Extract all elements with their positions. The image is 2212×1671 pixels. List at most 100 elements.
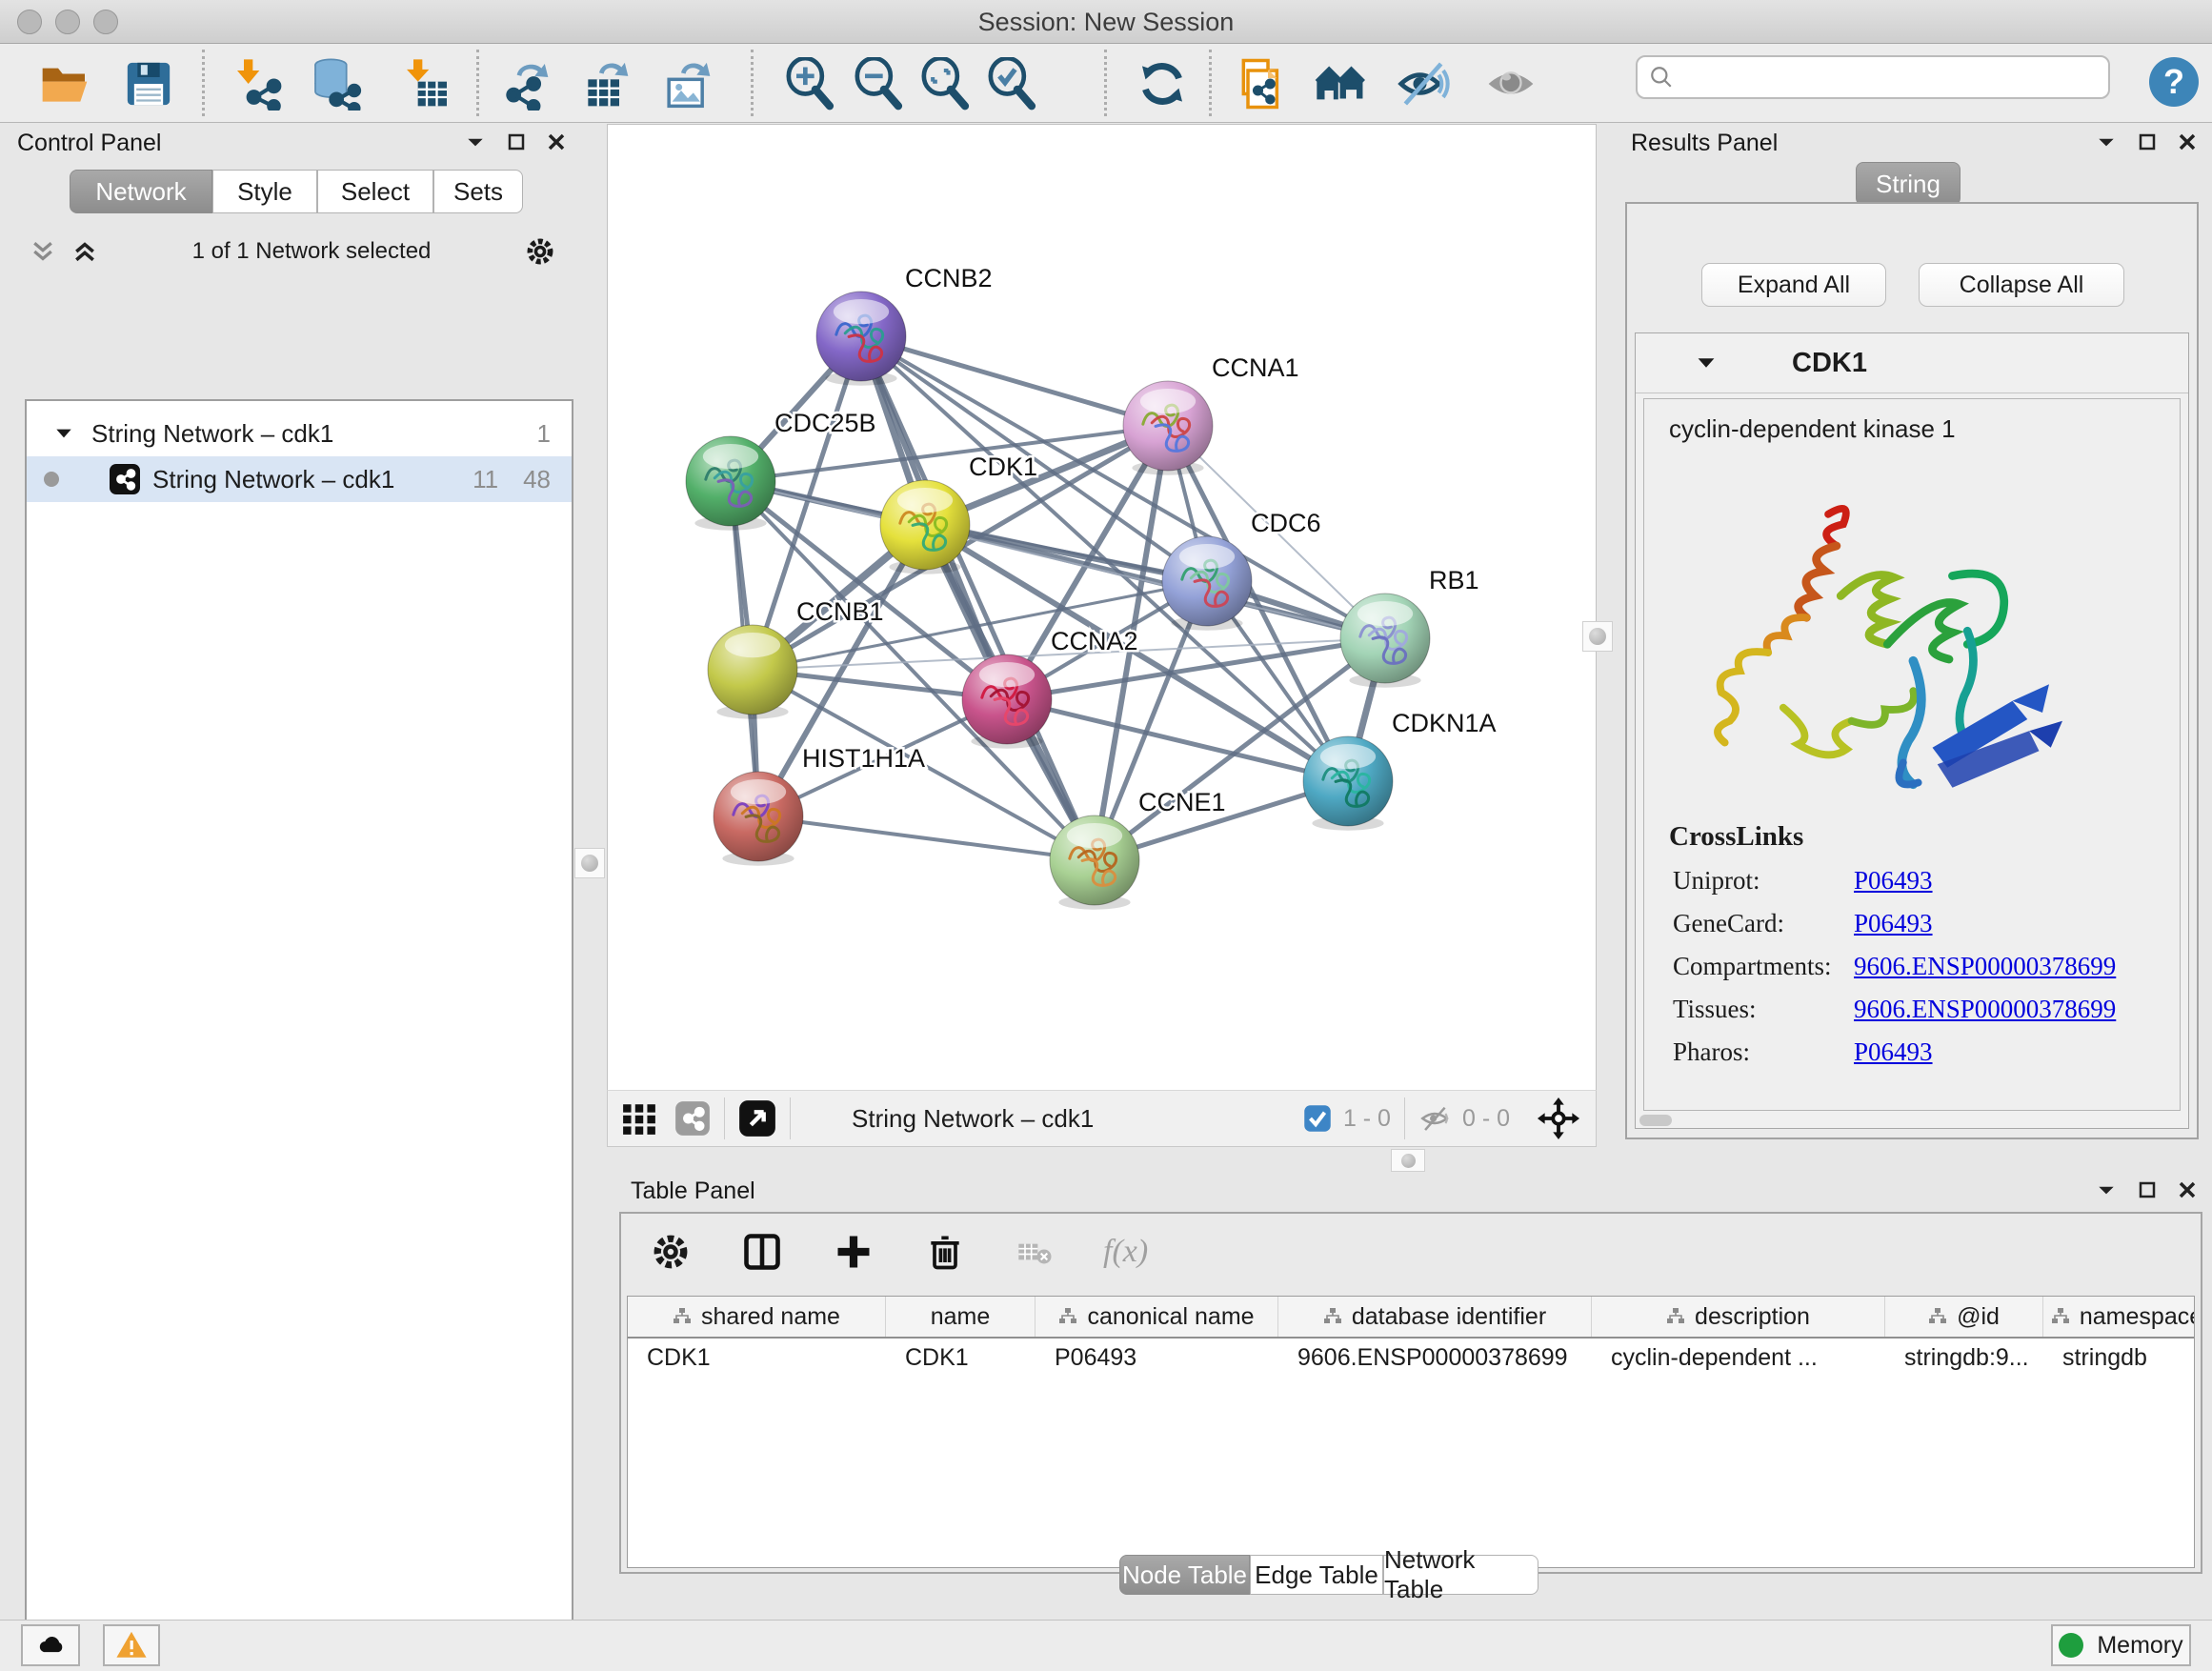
vertical-splitter-handle[interactable] bbox=[574, 848, 605, 878]
network-node-HIST1H1A[interactable] bbox=[714, 772, 803, 866]
column-header-canonical-name[interactable]: canonical name bbox=[1036, 1297, 1278, 1337]
column-header-namespace[interactable]: namespace bbox=[2043, 1297, 2195, 1337]
delete-column-icon[interactable] bbox=[924, 1231, 966, 1273]
zoom-selected-icon[interactable] bbox=[985, 57, 1038, 111]
table-options-gear-icon[interactable] bbox=[650, 1231, 692, 1273]
network-node-RB1[interactable] bbox=[1340, 594, 1430, 688]
zoom-in-icon[interactable] bbox=[783, 57, 836, 111]
network-row-selected[interactable]: String Network – cdk1 11 48 bbox=[27, 456, 572, 502]
maximize-panel-icon[interactable] bbox=[2138, 1180, 2157, 1199]
network-edge-CCNB2-CCNE1[interactable] bbox=[861, 336, 1095, 860]
tab-sets[interactable]: Sets bbox=[433, 170, 523, 213]
selected-checkbox-icon[interactable] bbox=[1303, 1104, 1332, 1133]
delete-table-icon[interactable] bbox=[1016, 1233, 1054, 1271]
network-node-CCNE1[interactable] bbox=[1050, 815, 1139, 910]
float-panel-icon[interactable] bbox=[2096, 1179, 2117, 1200]
network-node-CDK1[interactable] bbox=[880, 480, 970, 574]
tab-edge-table[interactable]: Edge Table bbox=[1250, 1555, 1383, 1595]
export-table-icon[interactable] bbox=[579, 57, 633, 111]
column-header--id[interactable]: @id bbox=[1885, 1297, 2043, 1337]
tab-style[interactable]: Style bbox=[212, 170, 317, 213]
memory-status-icon bbox=[2059, 1633, 2083, 1658]
horizontal-splitter-handle[interactable] bbox=[1391, 1149, 1425, 1172]
zoom-out-icon[interactable] bbox=[852, 57, 905, 111]
export-network-icon[interactable] bbox=[499, 57, 553, 111]
table-cell[interactable]: 9606.ENSP00000378699 bbox=[1278, 1344, 1592, 1372]
search-field[interactable] bbox=[1636, 55, 2110, 99]
import-network-from-file-icon[interactable] bbox=[231, 57, 284, 111]
collapse-all-button[interactable]: Collapse All bbox=[1919, 263, 2124, 307]
tab-string[interactable]: String bbox=[1856, 162, 1961, 206]
export-image-icon[interactable] bbox=[661, 57, 714, 111]
table-cell[interactable]: CDK1 bbox=[886, 1344, 1036, 1372]
open-session-icon[interactable] bbox=[38, 57, 91, 111]
save-session-icon[interactable] bbox=[122, 57, 175, 111]
cloud-button[interactable] bbox=[21, 1624, 80, 1666]
table-cell[interactable]: P06493 bbox=[1036, 1344, 1278, 1372]
table-cell[interactable]: CDK1 bbox=[628, 1344, 886, 1372]
houses-icon[interactable] bbox=[1315, 57, 1368, 111]
copy-network-icon[interactable] bbox=[1235, 57, 1288, 111]
close-panel-icon[interactable] bbox=[2178, 132, 2197, 151]
crosslink-link[interactable]: P06493 bbox=[1854, 909, 1933, 938]
expand-all-icon[interactable] bbox=[70, 237, 99, 266]
network-node-CCNA1[interactable] bbox=[1123, 381, 1213, 475]
network-node-CDKN1A[interactable] bbox=[1303, 736, 1393, 831]
search-input[interactable] bbox=[1674, 63, 2078, 91]
memory-button[interactable]: Memory bbox=[2051, 1624, 2191, 1666]
column-header-name[interactable]: name bbox=[886, 1297, 1036, 1337]
crosslink-link[interactable]: 9606.ENSP00000378699 bbox=[1854, 952, 2116, 981]
warning-button[interactable] bbox=[103, 1624, 160, 1666]
crosslink-link[interactable]: P06493 bbox=[1854, 1037, 1933, 1067]
expand-all-button[interactable]: Expand All bbox=[1701, 263, 1886, 307]
zoom-fit-icon[interactable] bbox=[918, 57, 972, 111]
float-panel-icon[interactable] bbox=[2096, 131, 2117, 152]
network-edge-HIST1H1A-CCNE1[interactable] bbox=[758, 816, 1095, 860]
tab-network-table[interactable]: Network Table bbox=[1383, 1555, 1538, 1595]
eye-icon[interactable] bbox=[1484, 57, 1538, 111]
results-hscroll-thumb[interactable] bbox=[1639, 1115, 1672, 1126]
network-node-CDC6[interactable] bbox=[1162, 536, 1252, 631]
table-cell[interactable]: stringdb bbox=[2043, 1344, 2195, 1372]
add-column-icon[interactable] bbox=[833, 1231, 875, 1273]
show-columns-icon[interactable] bbox=[741, 1231, 783, 1273]
collapse-all-icon[interactable] bbox=[29, 237, 57, 266]
tab-select[interactable]: Select bbox=[317, 170, 433, 213]
column-tree-icon bbox=[673, 1307, 692, 1326]
protein-section-header[interactable]: CDK1 bbox=[1636, 333, 2188, 393]
column-header-database-identifier[interactable]: database identifier bbox=[1278, 1297, 1592, 1337]
right-splitter-handle[interactable] bbox=[1582, 621, 1613, 652]
tab-network[interactable]: Network bbox=[70, 170, 212, 213]
maximize-panel-icon[interactable] bbox=[507, 132, 526, 151]
network-edge-CCNB2-CCNA1[interactable] bbox=[861, 336, 1168, 426]
table-cell[interactable]: stringdb:9... bbox=[1885, 1344, 2043, 1372]
grid-view-icon[interactable] bbox=[621, 1100, 657, 1137]
table-row[interactable]: CDK1CDK1P064939606.ENSP00000378699cyclin… bbox=[628, 1339, 2194, 1377]
help-button[interactable]: ? bbox=[2149, 57, 2199, 107]
birdseye-crosshair-icon[interactable] bbox=[1537, 1097, 1580, 1140]
disclosure-triangle-icon[interactable] bbox=[1695, 352, 1718, 374]
function-builder-icon[interactable]: f(x) bbox=[1103, 1234, 1148, 1270]
maximize-panel-icon[interactable] bbox=[2138, 132, 2157, 151]
crosslink-link[interactable]: 9606.ENSP00000378699 bbox=[1854, 995, 2116, 1024]
hide-graphics-icon[interactable] bbox=[1397, 57, 1450, 111]
table-cell[interactable]: cyclin-dependent ... bbox=[1592, 1344, 1885, 1372]
disclosure-triangle-icon[interactable] bbox=[53, 423, 74, 444]
crosslink-link[interactable]: P06493 bbox=[1854, 866, 1933, 896]
open-in-window-icon[interactable] bbox=[738, 1099, 776, 1137]
import-network-from-database-icon[interactable] bbox=[309, 57, 362, 111]
network-view-canvas[interactable]: CCNB2CCNA1CDC25BCDK1CDC6RB1CCNB1CCNA2CDK… bbox=[607, 124, 1597, 1091]
column-header-shared-name[interactable]: shared name bbox=[628, 1297, 886, 1337]
tab-node-table[interactable]: Node Table bbox=[1119, 1555, 1250, 1595]
network-badge-gray-icon[interactable] bbox=[674, 1100, 711, 1137]
network-node-CCNB1[interactable] bbox=[708, 625, 797, 719]
apply-layout-refresh-icon[interactable] bbox=[1136, 57, 1189, 111]
close-panel-icon[interactable] bbox=[2178, 1180, 2197, 1199]
hidden-eye-icon[interactable] bbox=[1418, 1102, 1451, 1135]
float-panel-icon[interactable] bbox=[465, 131, 486, 152]
import-table-from-file-icon[interactable] bbox=[400, 57, 453, 111]
network-collection-row[interactable]: String Network – cdk1 1 bbox=[27, 411, 572, 456]
column-header-description[interactable]: description bbox=[1592, 1297, 1885, 1337]
close-panel-icon[interactable] bbox=[547, 132, 566, 151]
gear-icon[interactable] bbox=[524, 235, 556, 268]
